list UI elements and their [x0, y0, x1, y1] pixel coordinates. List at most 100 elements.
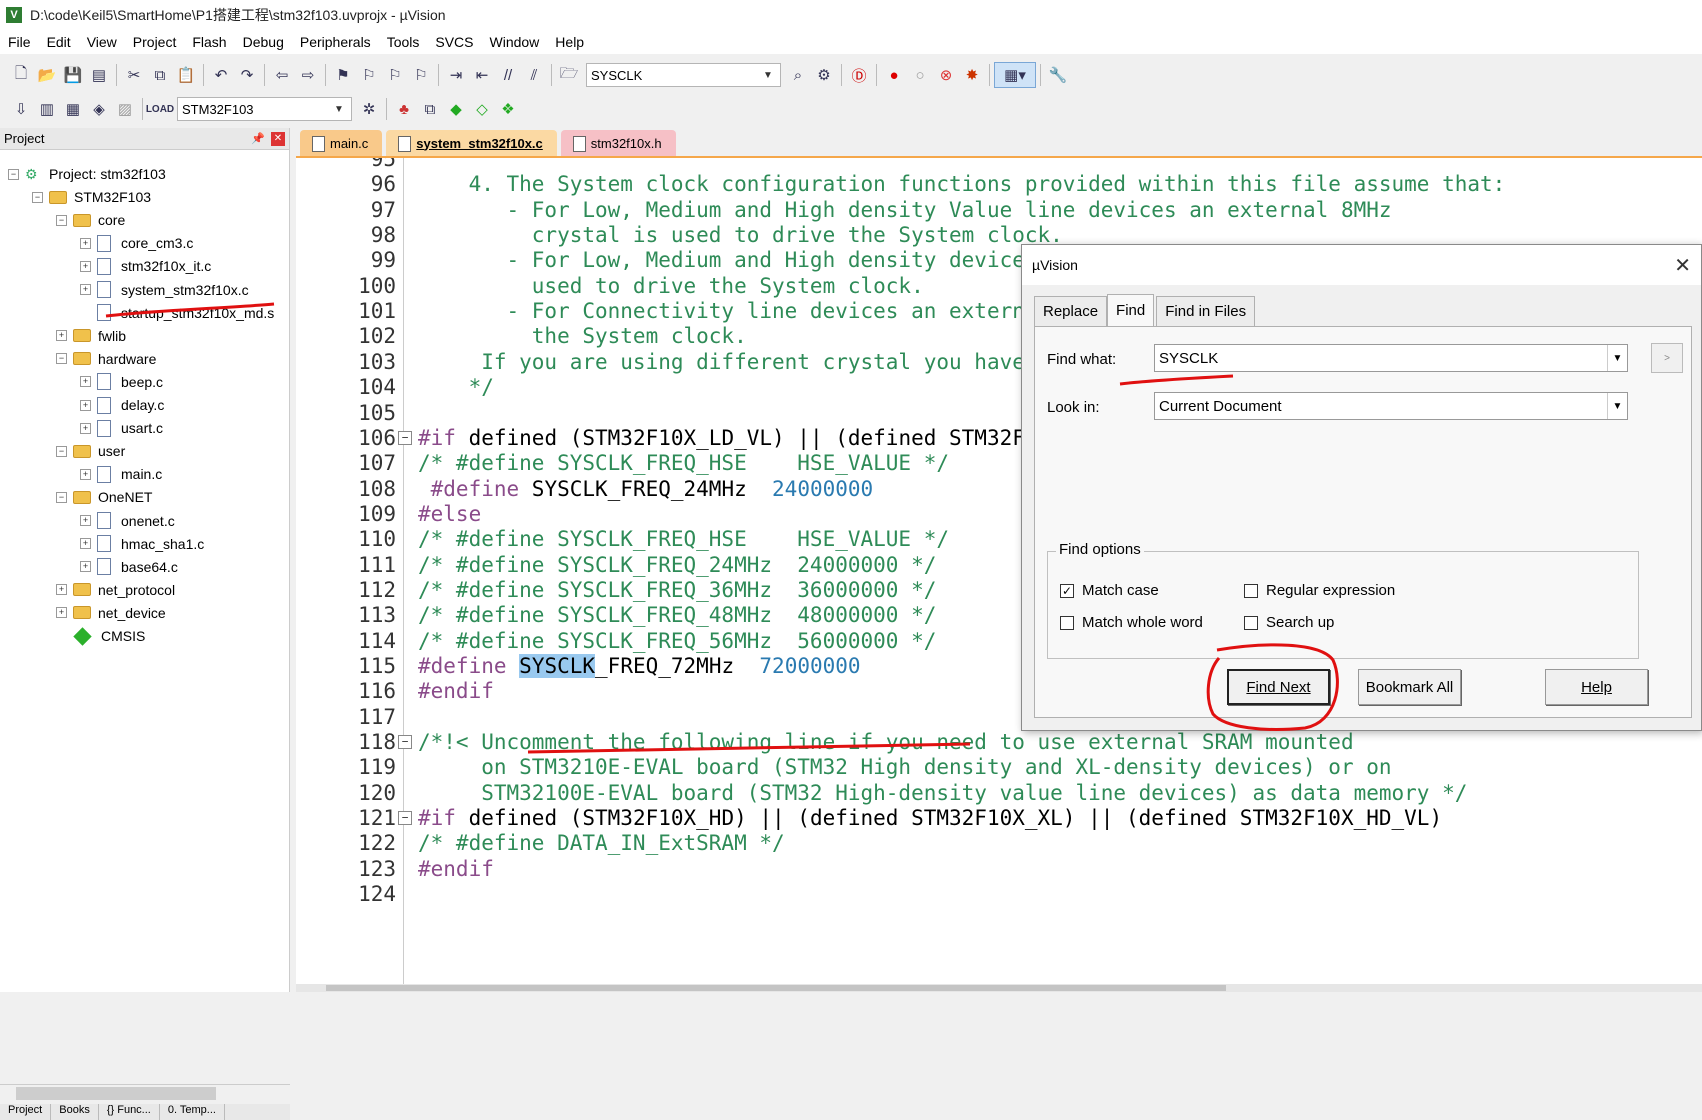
download-icon[interactable]: LOAD [146, 96, 174, 122]
expand-icon[interactable]: + [56, 584, 67, 596]
browse-icon[interactable]: ⚙ [811, 62, 837, 88]
indent-icon[interactable]: ⇥ [443, 62, 469, 88]
tree-item[interactable]: + system_stm32f10x.c [80, 278, 249, 302]
expand-icon[interactable]: + [80, 538, 91, 550]
expand-icon[interactable]: + [80, 468, 91, 480]
checkbox-box[interactable]: ✓ [1060, 583, 1074, 598]
checkbox-box[interactable] [1244, 615, 1258, 630]
project-horizontal-scrollbar[interactable] [0, 1084, 290, 1102]
editor-horizontal-scrollbar[interactable] [296, 984, 1702, 992]
redo-icon[interactable]: ↷ [234, 62, 260, 88]
bookmark-icon[interactable]: ⚑ [330, 62, 356, 88]
nav-back-icon[interactable]: ⇦ [269, 62, 295, 88]
build-icon[interactable]: ▥ [34, 96, 60, 122]
panel-tab[interactable]: Project [0, 1104, 52, 1120]
target-options-icon[interactable]: ✲ [356, 96, 382, 122]
fold-toggle-icon[interactable]: − [398, 735, 412, 750]
save-all-icon[interactable]: ▤ [86, 62, 112, 88]
kill-all-breakpoints-icon[interactable]: ✸ [959, 62, 985, 88]
target-combo[interactable]: STM32F103 ▼ [177, 97, 352, 121]
fold-toggle-icon[interactable]: − [398, 430, 412, 445]
expand-icon[interactable]: + [80, 515, 91, 526]
code-line[interactable]: 120 STM32100E-EVAL board (STM32 High-den… [296, 780, 1702, 808]
menu-item-svcs[interactable]: SVCS [427, 34, 481, 50]
tree-item[interactable]: − ⚙ Project: stm32f103 [8, 162, 166, 186]
configure-icon[interactable]: 🔧 [1045, 62, 1071, 88]
window-layout-icon[interactable]: ▦▾ [994, 62, 1036, 88]
code-line[interactable]: 122 /* #define DATA_IN_ExtSRAM */ [296, 830, 1702, 858]
help-button[interactable]: Help [1545, 669, 1648, 705]
unindent-icon[interactable]: ⇤ [469, 62, 495, 88]
pin-icon[interactable]: 📌 [251, 132, 265, 145]
undo-icon[interactable]: ↶ [208, 62, 234, 88]
expand-icon[interactable]: + [80, 376, 91, 388]
menu-item-edit[interactable]: Edit [39, 34, 79, 50]
tree-item[interactable]: − core [56, 208, 125, 232]
prev-bookmark-icon[interactable]: ⚐ [356, 62, 382, 88]
panel-tab[interactable]: Books [51, 1104, 99, 1120]
editor-tab[interactable]: system_stm32f10x.c [386, 130, 557, 156]
editor-tab[interactable]: main.c [300, 130, 383, 156]
close-icon[interactable]: ✕ [1674, 253, 1691, 278]
code-line[interactable]: 123 #endif [296, 856, 1702, 884]
code-line[interactable]: 97 - For Low, Medium and High density Va… [296, 197, 1702, 225]
code-line[interactable]: 119 on STM3210E-EVAL board (STM32 High d… [296, 754, 1702, 782]
menu-item-project[interactable]: Project [125, 34, 185, 50]
panel-tab[interactable]: {} Func... [99, 1104, 160, 1120]
tree-item[interactable]: + stm32f10x_it.c [80, 254, 211, 278]
tree-item[interactable]: + usart.c [80, 416, 163, 440]
tree-item[interactable]: + base64.c [80, 555, 178, 579]
tree-item[interactable]: − OneNET [56, 485, 152, 509]
tree-item[interactable]: − hardware [56, 347, 156, 371]
menu-item-debug[interactable]: Debug [235, 34, 292, 50]
run-time-environment-icon[interactable]: ❖ [495, 96, 521, 122]
menu-item-help[interactable]: Help [547, 34, 592, 50]
code-line[interactable]: 96 4. The System clock configuration fun… [296, 171, 1702, 199]
select-packs-icon[interactable]: ◇ [469, 96, 495, 122]
nav-forward-icon[interactable]: ⇨ [295, 62, 321, 88]
menu-item-peripherals[interactable]: Peripherals [292, 34, 379, 50]
new-file-icon[interactable]: 🗋 [8, 62, 34, 88]
collapse-icon[interactable]: − [8, 168, 19, 180]
tree-item[interactable]: + net_device [56, 601, 166, 625]
match-whole-word-checkbox[interactable]: Match whole word [1060, 614, 1203, 631]
rebuild-icon[interactable]: ▦ [60, 96, 86, 122]
code-line[interactable]: 118−/*!< Uncomment the following line if… [296, 729, 1702, 757]
tree-item[interactable]: + onenet.c [80, 509, 175, 533]
expand-icon[interactable]: + [56, 607, 67, 619]
chevron-down-icon[interactable]: ▼ [1607, 393, 1627, 419]
expand-icon[interactable]: + [80, 399, 91, 411]
translate-icon[interactable]: ⇩ [8, 96, 34, 122]
collapse-icon[interactable]: − [56, 491, 67, 503]
paste-icon[interactable]: 📋 [173, 62, 199, 88]
scrollbar-thumb[interactable] [326, 985, 1226, 991]
menu-item-window[interactable]: Window [482, 34, 548, 50]
chevron-down-icon[interactable]: ▼ [331, 104, 347, 115]
tree-item[interactable]: − user [56, 439, 125, 463]
editor-tab[interactable]: stm32f10x.h [560, 130, 676, 156]
fold-toggle-icon[interactable]: − [398, 811, 412, 826]
scrollbar-thumb[interactable] [16, 1087, 216, 1100]
tree-item[interactable]: + beep.c [80, 370, 163, 394]
incremental-find-icon[interactable]: ⌕ [785, 62, 811, 88]
checkbox-box[interactable] [1060, 615, 1074, 630]
find-in-files-icon[interactable]: 🗁 [556, 62, 582, 88]
find-more-button[interactable]: > [1651, 343, 1683, 373]
expand-icon[interactable]: + [56, 330, 67, 342]
search-up-checkbox[interactable]: Search up [1244, 614, 1334, 631]
stop-build-icon[interactable]: ▨ [112, 96, 138, 122]
menu-item-file[interactable]: File [0, 34, 39, 50]
breakpoint-icon[interactable]: ● [881, 62, 907, 88]
panel-tab[interactable]: 0. Temp... [160, 1104, 225, 1120]
tree-item[interactable]: + net_protocol [56, 578, 175, 602]
collapse-icon[interactable]: − [32, 191, 43, 203]
clear-bookmarks-icon[interactable]: ⚐ [408, 62, 434, 88]
copy-icon[interactable]: ⧉ [147, 62, 173, 88]
menu-item-flash[interactable]: Flash [184, 34, 234, 50]
disable-breakpoint-icon[interactable]: ○ [907, 62, 933, 88]
regular-expression-checkbox[interactable]: Regular expression [1244, 582, 1395, 599]
expand-icon[interactable]: + [80, 561, 91, 573]
batch-build-icon[interactable]: ◈ [86, 96, 112, 122]
code-line[interactable]: 124 [296, 881, 1702, 909]
pack-installer-icon[interactable]: ◆ [443, 96, 469, 122]
